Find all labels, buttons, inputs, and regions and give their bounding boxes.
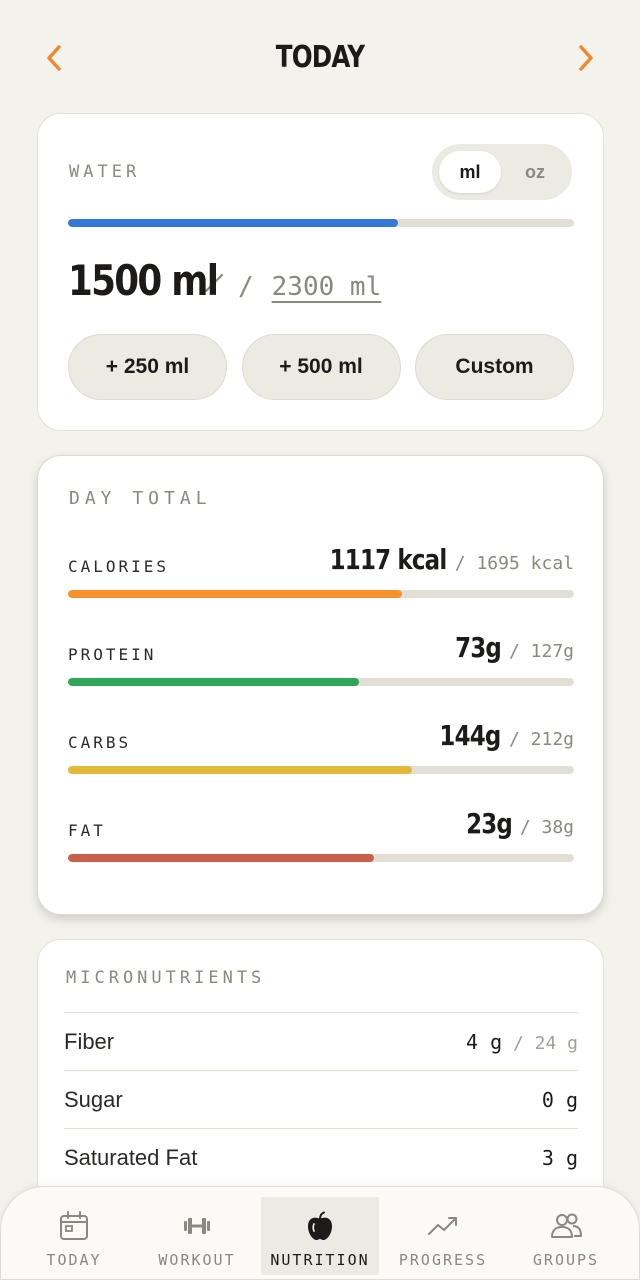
macro-progress-fill: [68, 766, 413, 774]
nutrient-values: 3 g: [542, 1146, 578, 1170]
list-item: Sugar 0 g: [64, 1070, 578, 1128]
water-separator: /: [238, 272, 254, 302]
users-icon: [551, 1213, 582, 1238]
macro-values: 23g / 38g: [456, 807, 574, 840]
macro-progress-fill: [68, 590, 402, 598]
nutrient-values: 0 g: [542, 1088, 578, 1112]
macro-progress-fill: [68, 678, 359, 686]
day-total-label: DAY TOTAL: [69, 488, 212, 509]
macro-name: CALORIES: [68, 557, 170, 576]
macro-progress-bar: [68, 678, 574, 686]
nutrient-current: 3 g: [541, 1145, 578, 1170]
water-label: WATER: [69, 162, 141, 182]
nav-label: WORKOUT: [158, 1251, 236, 1269]
unit-toggle: ml oz: [432, 144, 572, 200]
macro-name: PROTEIN: [68, 645, 157, 664]
header: TODAY: [0, 32, 640, 92]
water-amount: 1500 ml / 2300 ml: [68, 256, 381, 305]
macro-goal: / 212g: [508, 729, 574, 750]
nutrient-name: Saturated Fat: [64, 1144, 198, 1170]
macro-current: 23g: [465, 807, 513, 840]
macro-progress-fill: [68, 854, 375, 862]
macro-current: 1117 kcal: [330, 543, 448, 576]
dumbbell-icon: [184, 1218, 210, 1234]
macro-values: 1117 kcal / 1695 kcal: [304, 543, 574, 576]
nutrient-name: Fiber: [64, 1028, 115, 1054]
nav-label: GROUPS: [532, 1251, 600, 1269]
day-total-card: DAY TOTAL CALORIES 1117 kcal / 1695 kcal…: [37, 455, 604, 915]
macro-name: CARBS: [68, 733, 132, 752]
list-item: Fiber 4 g / 24 g: [64, 1012, 578, 1070]
water-goal[interactable]: 2300 ml: [272, 272, 382, 302]
macro-progress-bar: [68, 854, 574, 862]
nav-label: PROGRESS: [398, 1251, 488, 1269]
water-current-amount: 1500 ml: [68, 256, 219, 305]
custom-amount-button[interactable]: Custom: [415, 334, 574, 400]
nav-label: NUTRITION: [270, 1251, 370, 1269]
bottom-nav: TODAY WORKOUT NUTRITION PROGRESS GROUPS: [0, 1186, 640, 1280]
nav-item-today[interactable]: TODAY: [15, 1197, 133, 1275]
nav-item-progress[interactable]: PROGRESS: [384, 1197, 502, 1275]
unit-ml-option[interactable]: ml: [439, 151, 501, 193]
macro-name: FAT: [68, 821, 106, 840]
nav-item-groups[interactable]: GROUPS: [507, 1197, 625, 1275]
macro-fat: FAT 23g / 38g: [68, 802, 574, 862]
nav-label: TODAY: [46, 1251, 102, 1269]
unit-oz-option[interactable]: oz: [504, 151, 566, 193]
add-500ml-button[interactable]: + 500 ml: [241, 334, 401, 400]
add-250ml-button[interactable]: + 250 ml: [68, 334, 227, 400]
macro-goal: / 38g: [519, 817, 574, 838]
nav-item-workout[interactable]: WORKOUT: [138, 1197, 256, 1275]
water-card: WATER ml oz 1500 ml / 2300 ml + 250 ml +…: [37, 113, 604, 431]
macro-values: 73g / 127g: [445, 631, 574, 664]
next-day-button[interactable]: [568, 40, 604, 76]
water-quick-add: + 250 ml + 500 ml Custom: [68, 334, 574, 400]
nutrient-current: 4 g: [466, 1029, 503, 1054]
macro-goal: / 1695 kcal: [454, 553, 574, 574]
micronutrients-label: MICRONUTRIENTS: [66, 968, 266, 988]
water-progress-bar: [68, 219, 574, 227]
macro-calories: CALORIES 1117 kcal / 1695 kcal: [68, 538, 574, 598]
chevron-right-icon: [579, 45, 593, 71]
water-progress-fill: [68, 219, 398, 227]
nutrient-goal: / 24 g: [502, 1032, 578, 1054]
list-item: Saturated Fat 3 g: [64, 1128, 578, 1186]
macro-carbs: CARBS 144g / 212g: [68, 714, 574, 774]
calendar-icon: [60, 1211, 88, 1240]
macro-progress-bar: [68, 766, 574, 774]
macro-values: 144g / 212g: [426, 719, 574, 752]
macro-current: 73g: [455, 631, 502, 664]
trend-up-icon: [428, 1217, 457, 1235]
nutrient-values: 4 g / 24 g: [466, 1030, 578, 1054]
nav-item-nutrition[interactable]: NUTRITION: [261, 1197, 379, 1275]
page-title: TODAY: [275, 40, 365, 75]
macro-goal: / 127g: [508, 641, 574, 662]
macro-progress-bar: [68, 590, 574, 598]
macro-protein: PROTEIN 73g / 127g: [68, 626, 574, 686]
nutrient-current: 0 g: [541, 1087, 578, 1112]
apple-icon: [308, 1211, 332, 1240]
macro-current: 144g: [439, 719, 502, 752]
nutrient-name: Sugar: [64, 1086, 123, 1112]
